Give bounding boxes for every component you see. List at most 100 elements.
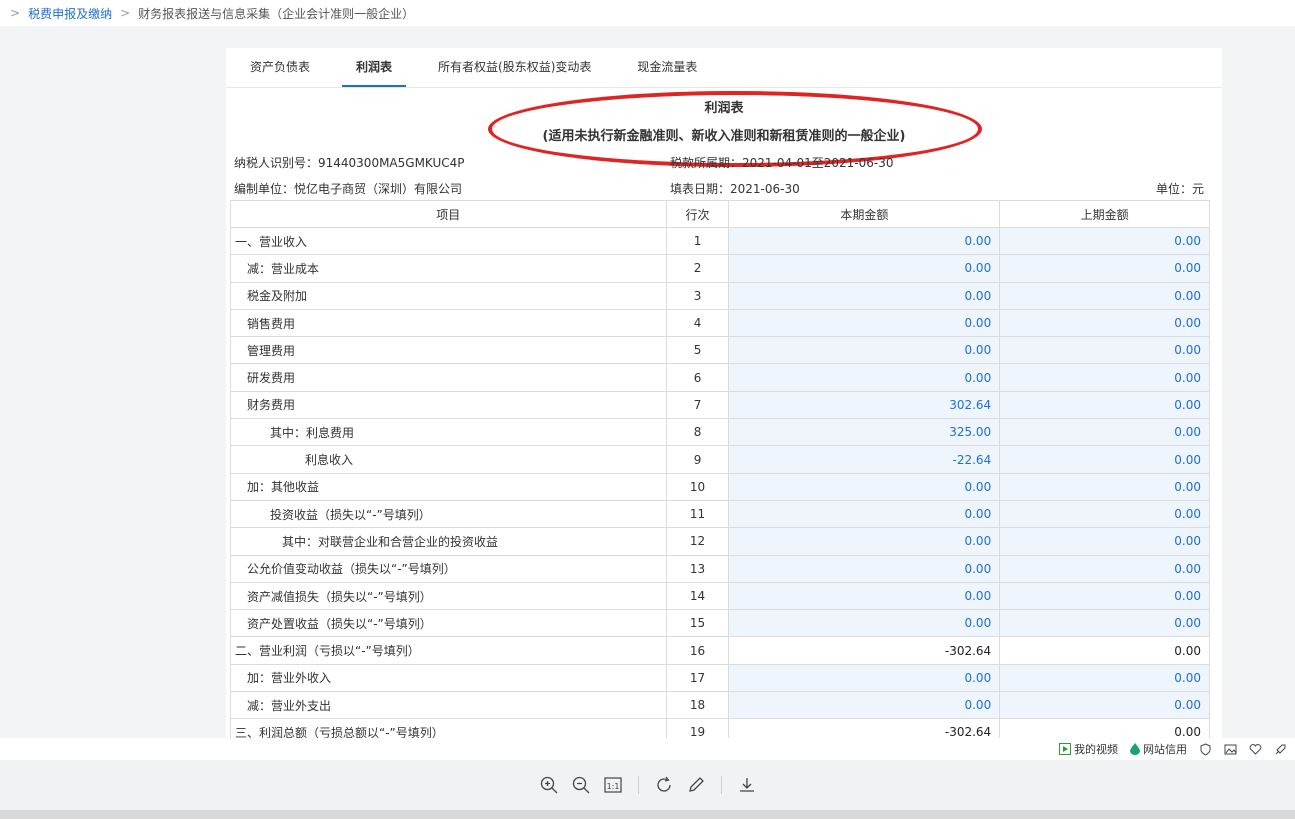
- table-row: 三、利润总额（亏损总额以“-”号填列） 19 -302.64 0.00: [230, 718, 1210, 738]
- row-item: 销售费用: [230, 308, 667, 338]
- table-row: 资产减值损失（损失以“-”号填列） 14 0.00 0.00: [230, 581, 1210, 611]
- previous-amount-cell[interactable]: 0.00: [999, 663, 1210, 693]
- row-item: 三、利润总额（亏损总额以“-”号填列）: [230, 718, 667, 738]
- tab-equity-changes[interactable]: 所有者权益(股东权益)变动表: [424, 48, 605, 87]
- rotate-icon[interactable]: [653, 774, 675, 796]
- previous-amount-cell[interactable]: 0.00: [999, 691, 1210, 720]
- header-current: 本期金额: [728, 200, 1001, 228]
- row-line: 12: [665, 527, 730, 556]
- table-row: 税金及附加 3 0.00 0.00: [230, 281, 1210, 310]
- tab-balance-sheet[interactable]: 资产负债表: [236, 48, 324, 87]
- current-amount-cell[interactable]: 302.64: [728, 390, 1001, 420]
- current-amount-cell[interactable]: 0.00: [728, 336, 1001, 365]
- previous-amount-cell[interactable]: 0.00: [999, 609, 1210, 638]
- row-item: 利息收入: [230, 445, 667, 474]
- row-item: 资产减值损失（损失以“-”号填列）: [230, 581, 667, 611]
- current-amount-cell[interactable]: 325.00: [728, 418, 1001, 447]
- play-icon: [1059, 743, 1071, 755]
- row-item: 一、营业收入: [230, 226, 667, 256]
- current-amount-cell[interactable]: -302.64: [728, 636, 1001, 665]
- site-credit-button[interactable]: 网站信用: [1130, 741, 1187, 757]
- previous-amount-cell[interactable]: 0.00: [999, 554, 1210, 583]
- drop-icon: [1130, 743, 1140, 755]
- row-line: 3: [665, 281, 730, 310]
- tab-income-statement[interactable]: 利润表: [342, 48, 407, 87]
- row-line: 7: [665, 390, 730, 420]
- tab-cash-flow[interactable]: 现金流量表: [623, 48, 711, 87]
- taxpayer-id: 纳税人识别号：91440300MA5GMKUC4P: [234, 156, 465, 170]
- row-line: 13: [665, 554, 730, 583]
- row-line: 5: [665, 336, 730, 365]
- table-row: 利息收入 9 -22.64 0.00: [230, 445, 1210, 474]
- previous-amount-cell[interactable]: 0.00: [999, 363, 1210, 392]
- zoom-in-icon[interactable]: [538, 774, 560, 796]
- income-statement-table: 项目 行次 本期金额 上期金额 一、营业收入 1 0.00 0.00 减：营业成本 2 0.…: [230, 200, 1210, 738]
- image-icon[interactable]: [1224, 743, 1237, 756]
- breadcrumb-root-link[interactable]: 税费申报及缴纳: [28, 5, 112, 22]
- taskbar-strip: [0, 810, 1295, 819]
- row-line: 4: [665, 308, 730, 338]
- header-item: 项目: [230, 200, 667, 228]
- current-amount-cell[interactable]: 0.00: [728, 554, 1001, 583]
- my-video-label: 我的视频: [1074, 743, 1118, 756]
- previous-amount-cell[interactable]: 0.00: [999, 254, 1210, 283]
- table-row: 一、营业收入 1 0.00 0.00: [230, 226, 1210, 256]
- breadcrumb-separator-icon: >: [120, 6, 131, 20]
- report-title: 利润表: [704, 101, 744, 116]
- my-video-button[interactable]: 我的视频: [1059, 741, 1118, 757]
- rocket-icon[interactable]: [1274, 743, 1287, 756]
- table-row: 销售费用 4 0.00 0.00: [230, 308, 1210, 338]
- edit-pencil-icon[interactable]: [685, 774, 707, 796]
- table-row: 研发费用 6 0.00 0.00: [230, 363, 1210, 392]
- row-item: 减：营业外支出: [230, 691, 667, 720]
- current-amount-cell[interactable]: 0.00: [728, 226, 1001, 256]
- previous-amount-cell[interactable]: 0.00: [999, 445, 1210, 474]
- current-amount-cell[interactable]: -22.64: [728, 445, 1001, 474]
- current-amount-cell[interactable]: 0.00: [728, 254, 1001, 283]
- current-amount-cell[interactable]: 0.00: [728, 308, 1001, 338]
- row-line: 9: [665, 445, 730, 474]
- heart-icon[interactable]: [1249, 743, 1262, 756]
- row-item: 其中：利息费用: [230, 418, 667, 447]
- row-item: 财务费用: [230, 390, 667, 420]
- table-row: 财务费用 7 302.64 0.00: [230, 390, 1210, 420]
- zoom-out-icon[interactable]: [570, 774, 592, 796]
- current-amount-cell[interactable]: 0.00: [728, 691, 1001, 720]
- table-row: 加：营业外收入 17 0.00 0.00: [230, 663, 1210, 693]
- download-icon[interactable]: [736, 774, 758, 796]
- previous-amount-cell[interactable]: 0.00: [999, 226, 1210, 256]
- unit-label: 单位：元: [1155, 182, 1204, 196]
- row-item: 资产处置收益（损失以“-”号填列）: [230, 609, 667, 638]
- current-amount-cell[interactable]: -302.64: [728, 718, 1001, 738]
- previous-amount-cell[interactable]: 0.00: [999, 418, 1210, 447]
- previous-amount-cell[interactable]: 0.00: [999, 499, 1210, 529]
- previous-amount-cell[interactable]: 0.00: [999, 336, 1210, 365]
- current-amount-cell[interactable]: 0.00: [728, 281, 1001, 310]
- current-amount-cell[interactable]: 0.00: [728, 527, 1001, 556]
- previous-amount-cell[interactable]: 0.00: [999, 581, 1210, 611]
- actual-size-icon[interactable]: 1:1: [602, 774, 624, 796]
- current-amount-cell[interactable]: 0.00: [728, 499, 1001, 529]
- row-line: 2: [665, 254, 730, 283]
- current-amount-cell[interactable]: 0.00: [728, 663, 1001, 693]
- previous-amount-cell[interactable]: 0.00: [999, 636, 1210, 665]
- company-name: 编制单位：悦亿电子商贸（深圳）有限公司: [234, 182, 463, 196]
- current-amount-cell[interactable]: 0.00: [728, 472, 1001, 501]
- breadcrumb: > 税费申报及缴纳 > 财务报表报送与信息采集（企业会计准则一般企业）: [0, 0, 1295, 26]
- previous-amount-cell[interactable]: 0.00: [999, 390, 1210, 420]
- svg-text:1:1: 1:1: [606, 782, 619, 791]
- previous-amount-cell[interactable]: 0.00: [999, 308, 1210, 338]
- breadcrumb-arrow-icon: >: [10, 6, 21, 20]
- previous-amount-cell[interactable]: 0.00: [999, 281, 1210, 310]
- header-line: 行次: [665, 200, 730, 228]
- row-line: 1: [665, 226, 730, 256]
- previous-amount-cell[interactable]: 0.00: [999, 718, 1210, 738]
- shield-icon[interactable]: [1199, 742, 1212, 756]
- previous-amount-cell[interactable]: 0.00: [999, 527, 1210, 556]
- current-amount-cell[interactable]: 0.00: [728, 363, 1001, 392]
- report-panel: 资产负债表 利润表 所有者权益(股东权益)变动表 现金流量表 利润表 (适用未执…: [226, 48, 1222, 738]
- row-item: 二、营业利润（亏损以“-”号填列）: [230, 636, 667, 665]
- current-amount-cell[interactable]: 0.00: [728, 581, 1001, 611]
- previous-amount-cell[interactable]: 0.00: [999, 472, 1210, 501]
- current-amount-cell[interactable]: 0.00: [728, 609, 1001, 638]
